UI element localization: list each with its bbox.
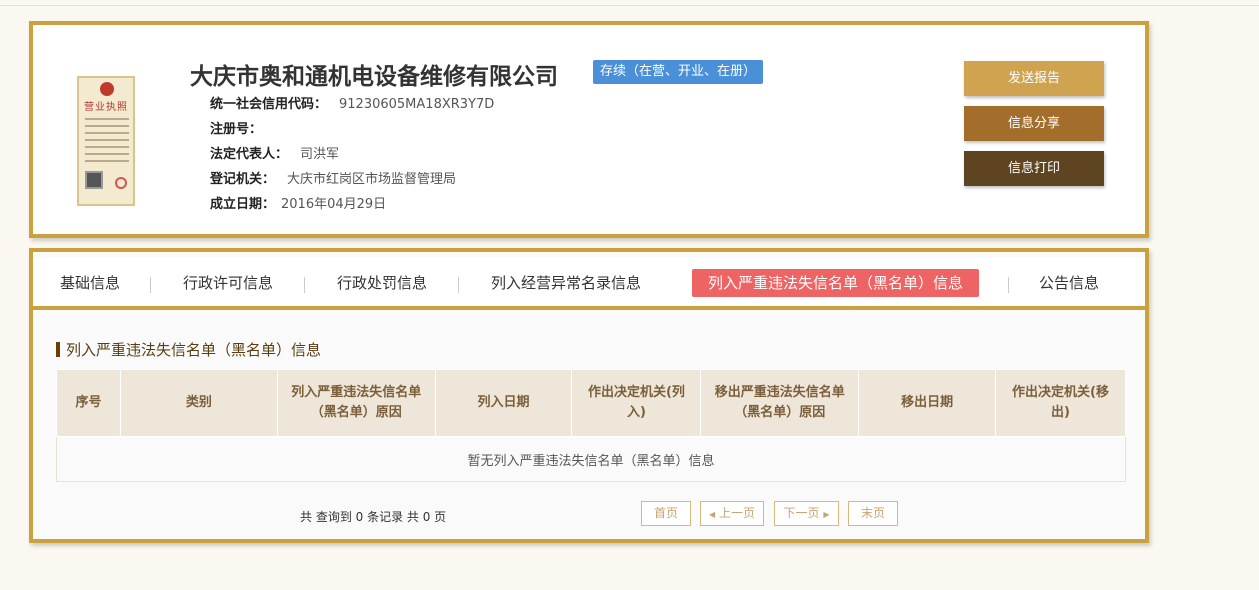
status-badge: 存续（在营、开业、在册） [593,60,764,84]
founded-label: 成立日期： [210,197,276,212]
license-title: 营业执照 [84,102,128,113]
section-marker [56,342,60,357]
table-header-row: 序号 类别 列入严重违法失信名单（黑名单）原因 列入日期 作出决定机关(列入) … [56,369,1126,437]
legal-rep-label: 法定代表人： [210,147,289,162]
tab-abnormal-operation[interactable]: 列入经营异常名录信息 [491,269,641,297]
legal-rep-row: 法定代表人： 司洪军 [210,143,339,162]
credit-code-row: 统一社会信用代码： 91230605MA18XR3Y7D [210,93,494,112]
authority-value: 大庆市红岗区市场监督管理局 [287,172,457,187]
tab-separator [304,277,305,293]
tab-blacklist[interactable]: 列入严重违法失信名单（黑名单）信息 [692,269,980,297]
national-emblem-icon [100,82,114,96]
first-page-button[interactable]: 首页 [641,501,691,526]
col-header-listing-authority: 作出决定机关(列入) [571,369,702,437]
next-page-label: 下一页 [783,506,820,520]
prev-page-button[interactable]: ◀ 上一页 [700,501,764,526]
col-header-removal-reason: 移出严重违法失信名单（黑名单）原因 [700,369,860,437]
authority-label: 登记机关： [210,172,276,187]
col-header-removal-date: 移出日期 [858,369,997,437]
col-header-listing-date: 列入日期 [434,369,573,437]
founded-row: 成立日期： 2016年04月29日 [210,193,386,212]
detail-panel: 基础信息 行政许可信息 行政处罚信息 列入经营异常名录信息 列入严重违法失信名单… [29,248,1149,543]
chevron-right-icon: ▶ [823,510,830,519]
blacklist-table: 序号 类别 列入严重违法失信名单（黑名单）原因 列入日期 作出决定机关(列入) … [56,369,1126,482]
print-info-button[interactable]: 信息打印 [964,151,1104,186]
founded-value: 2016年04月29日 [281,197,387,212]
table-row: 暂无列入严重违法失信名单（黑名单）信息 [56,436,1126,482]
tab-separator [458,277,459,293]
col-header-index: 序号 [56,369,121,437]
tab-basic-info[interactable]: 基础信息 [60,269,120,297]
authority-row: 登记机关： 大庆市红岗区市场监督管理局 [210,168,456,187]
prev-page-label: 上一页 [718,506,755,520]
business-license-image: 营业执照 [77,76,135,206]
tab-bar: 基础信息 行政许可信息 行政处罚信息 列入经营异常名录信息 列入严重违法失信名单… [33,258,1145,310]
qr-code-icon [85,171,103,189]
company-header-card: 营业执照 大庆市奥和通机电设备维修有限公司 存续（在营、开业、在册） 统一社会信… [29,21,1149,238]
section-title: 列入严重违法失信名单（黑名单）信息 [56,339,321,360]
chevron-left-icon: ◀ [709,510,716,519]
tab-announcements[interactable]: 公告信息 [1039,269,1099,297]
license-text-lines [85,118,129,167]
reg-no-row: 注册号： [210,118,274,137]
next-page-button[interactable]: 下一页 ▶ [774,501,839,526]
seal-icon [115,177,127,189]
legal-rep-value: 司洪军 [300,147,340,162]
section-title-text: 列入严重违法失信名单（黑名单）信息 [66,341,322,359]
send-report-button[interactable]: 发送报告 [964,61,1104,96]
share-info-button[interactable]: 信息分享 [964,106,1104,141]
col-header-category: 类别 [119,369,278,437]
credit-code-value: 91230605MA18XR3Y7D [339,97,495,112]
tab-admin-penalty[interactable]: 行政处罚信息 [337,269,427,297]
company-name: 大庆市奥和通机电设备维修有限公司 [190,64,558,90]
col-header-listing-reason: 列入严重违法失信名单（黑名单）原因 [276,369,436,437]
credit-code-label: 统一社会信用代码： [210,97,328,112]
col-header-removal-authority: 作出决定机关(移出) [995,369,1126,437]
top-divider [0,5,1259,6]
empty-message: 暂无列入严重违法失信名单（黑名单）信息 [56,436,1126,482]
pager-summary: 共 查询到 0 条记录 共 0 页 [300,510,447,524]
tab-separator [1008,277,1009,293]
tab-separator [150,277,151,293]
tab-admin-license[interactable]: 行政许可信息 [183,269,273,297]
last-page-button[interactable]: 末页 [848,501,898,526]
reg-no-label: 注册号： [210,122,263,137]
